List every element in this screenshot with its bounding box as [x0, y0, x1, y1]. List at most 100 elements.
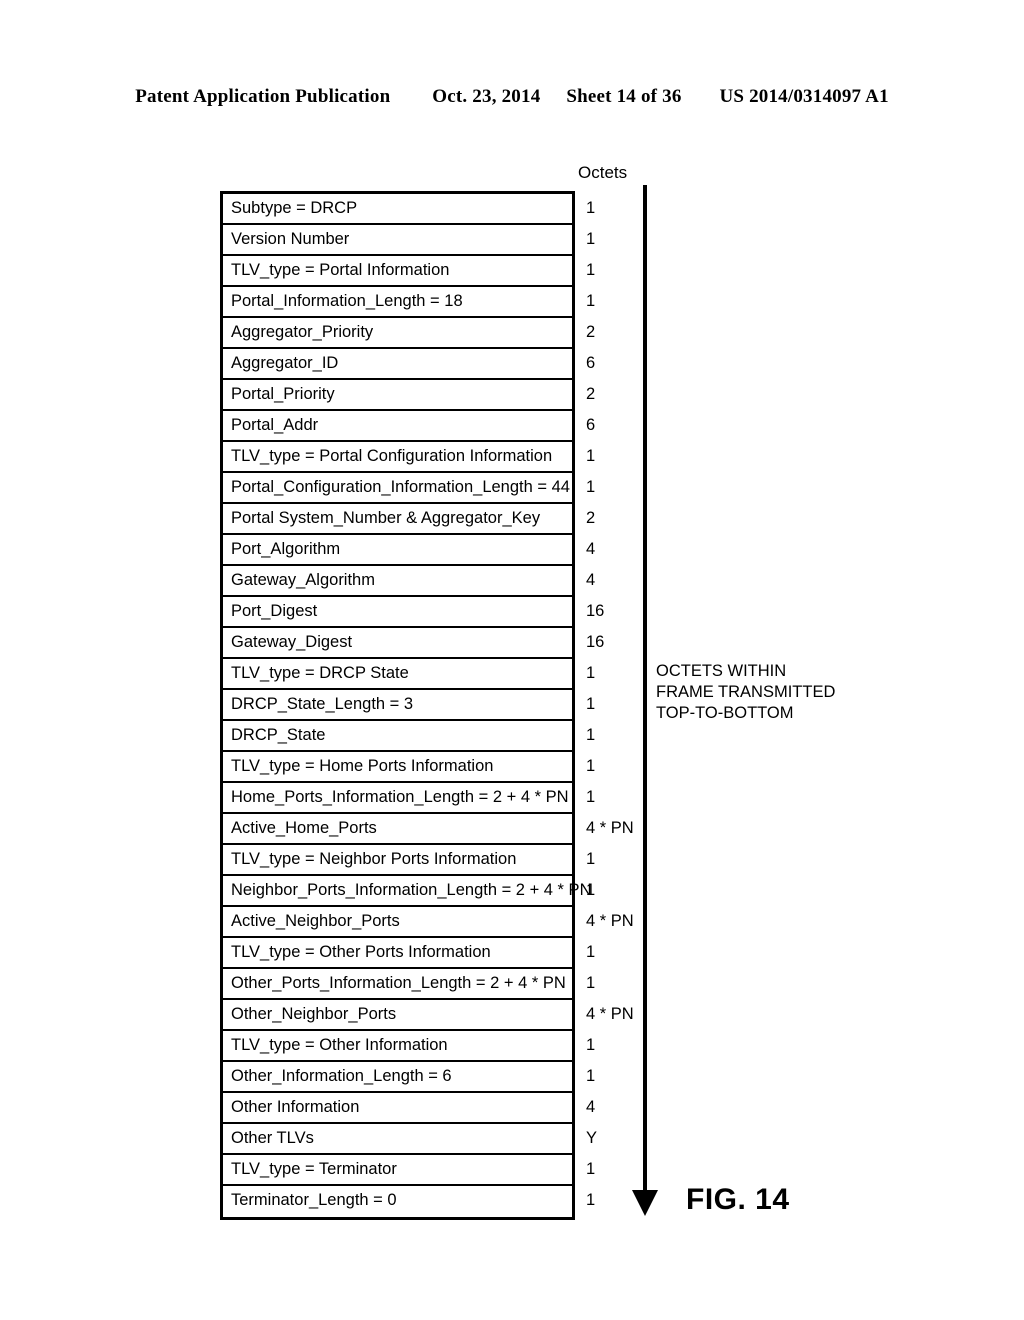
- field-label: Portal System_Number & Aggregator_Key: [231, 509, 541, 527]
- field-label: TLV_type = Terminator: [231, 1160, 397, 1178]
- field-octet-count: 1: [586, 292, 596, 310]
- field-label: Gateway_Digest: [231, 633, 353, 651]
- field-row: Subtype = DRCP 1: [223, 194, 595, 225]
- field-octet-count: 4: [586, 1098, 596, 1116]
- field-octet-count: 6: [586, 416, 596, 434]
- field-label: Aggregator_ID: [231, 354, 339, 372]
- field-row: DRCP_State_Length = 3 1: [223, 690, 595, 721]
- octets-column-heading: Octets: [578, 163, 628, 182]
- field-row: Active_Home_Ports 4 * PN: [223, 814, 634, 845]
- transmission-order-note: OCTETS WITHIN FRAME TRANSMITTED TOP-TO-B…: [656, 661, 835, 724]
- figure-14: Octets Subtype = DRCP 1 Version Number 1 TLV…: [0, 0, 1024, 1320]
- field-row: Portal_Configuration_Information_Length …: [223, 473, 595, 504]
- field-octet-count: 4 * PN: [586, 819, 634, 837]
- transmission-order-note-line-2: FRAME TRANSMITTED: [656, 683, 836, 701]
- field-row: Port_Algorithm 4: [223, 535, 595, 566]
- field-label: TLV_type = Portal Information: [231, 261, 450, 279]
- field-row: Aggregator_Priority 2: [223, 318, 595, 349]
- field-row: TLV_type = Other Ports Information 1: [223, 938, 595, 969]
- field-octet-count: 1: [586, 447, 596, 465]
- field-label: Portal_Configuration_Information_Length …: [231, 478, 570, 496]
- transmission-order-arrow-head: [632, 1190, 658, 1216]
- field-octet-count: 1: [586, 199, 596, 217]
- field-label: Subtype = DRCP: [231, 199, 358, 217]
- field-octet-count: 16: [586, 602, 605, 620]
- field-row: Home_Ports_Information_Length = 2 + 4 * …: [223, 783, 595, 814]
- field-row: Other TLVs Y: [223, 1124, 597, 1155]
- field-label: TLV_type = Portal Configuration Informat…: [231, 447, 553, 465]
- field-octet-count: 1: [586, 974, 596, 992]
- field-label: TLV_type = Other Information: [231, 1036, 448, 1054]
- drcpdu-field-table: Subtype = DRCP 1 Version Number 1 TLV_type =…: [220, 191, 634, 1220]
- field-label: Other TLVs: [231, 1129, 314, 1147]
- field-row: Gateway_Algorithm 4: [223, 566, 595, 597]
- field-label: Portal_Addr: [231, 416, 319, 434]
- field-row: TLV_type = Portal Configuration Informat…: [223, 442, 595, 473]
- field-octet-count: 1: [586, 230, 596, 248]
- field-row: Portal System_Number & Aggregator_Key 2: [223, 504, 595, 535]
- field-label: Other Information: [231, 1098, 360, 1116]
- field-row: Portal_Priority 2: [223, 380, 595, 411]
- field-octet-count: 2: [586, 323, 596, 341]
- field-row: Other Information 4: [223, 1093, 595, 1124]
- field-row: TLV_type = Other Information 1: [223, 1031, 595, 1062]
- field-row: Active_Neighbor_Ports 4 * PN: [223, 907, 634, 938]
- field-row: Port_Digest 16: [223, 597, 604, 628]
- field-octet-count: 4 * PN: [586, 1005, 634, 1023]
- field-label: Gateway_Algorithm: [231, 571, 375, 589]
- field-octet-count: 4: [586, 540, 596, 558]
- field-label: Terminator_Length = 0: [231, 1191, 397, 1209]
- field-label: TLV_type = Home Ports Information: [231, 757, 494, 775]
- field-octet-count: 1: [586, 726, 596, 744]
- field-label: Neighbor_Ports_Information_Length = 2 + …: [231, 881, 592, 899]
- field-label: Other_Ports_Information_Length = 2 + 4 *…: [231, 974, 566, 992]
- field-row: Aggregator_ID 6: [223, 349, 595, 380]
- field-octet-count: 4 * PN: [586, 912, 634, 930]
- field-row: Portal_Information_Length = 18 1: [223, 287, 595, 318]
- field-row: TLV_type = Home Ports Information 1: [223, 752, 595, 783]
- field-label: TLV_type = Other Ports Information: [231, 943, 491, 961]
- field-octet-count: 2: [586, 509, 596, 527]
- field-octet-count: 1: [586, 1067, 596, 1085]
- field-row: Neighbor_Ports_Information_Length = 2 + …: [223, 876, 595, 907]
- field-row: Version Number 1: [223, 225, 595, 256]
- field-label: Portal_Priority: [231, 385, 335, 403]
- field-row: TLV_type = Portal Information 1: [223, 256, 595, 287]
- field-row: DRCP_State 1: [223, 721, 595, 752]
- field-label: Version Number: [231, 230, 350, 248]
- field-label: TLV_type = Neighbor Ports Information: [231, 850, 517, 868]
- field-octet-count: 1: [586, 850, 596, 868]
- field-row: TLV_type = Terminator 1: [223, 1155, 595, 1186]
- field-octet-count: 1: [586, 757, 596, 775]
- field-octet-count: 1: [586, 478, 596, 496]
- field-label: Active_Home_Ports: [231, 819, 377, 837]
- field-label: DRCP_State: [231, 726, 326, 744]
- transmission-order-note-line-1: OCTETS WITHIN: [656, 662, 787, 680]
- field-label: DRCP_State_Length = 3: [231, 695, 414, 713]
- field-label: TLV_type = DRCP State: [231, 664, 409, 682]
- transmission-order-note-line-3: TOP-TO-BOTTOM: [656, 704, 794, 722]
- field-row: Terminator_Length = 0 1: [223, 1186, 595, 1217]
- field-octet-count: 6: [586, 354, 596, 372]
- field-label: Portal_Information_Length = 18: [231, 292, 463, 310]
- field-octet-count: 1: [586, 943, 596, 961]
- field-octet-count: 1: [586, 788, 596, 806]
- field-octet-count: 1: [586, 695, 596, 713]
- field-octet-count: 1: [586, 261, 596, 279]
- field-octet-count: 1: [586, 1036, 596, 1054]
- transmission-order-arrow-shaft: [643, 185, 647, 1193]
- field-row: Other_Neighbor_Ports 4 * PN: [223, 1000, 634, 1031]
- field-row: TLV_type = Neighbor Ports Information 1: [223, 845, 595, 876]
- field-octet-count: 1: [586, 881, 596, 899]
- field-label: Port_Digest: [231, 602, 318, 620]
- field-label: Port_Algorithm: [231, 540, 341, 558]
- field-octet-count: 16: [586, 633, 605, 651]
- figure-caption: FIG. 14: [686, 1183, 790, 1216]
- field-row: Other_Information_Length = 6 1: [223, 1062, 595, 1093]
- field-octet-count: Y: [586, 1129, 598, 1147]
- field-octet-count: 4: [586, 571, 596, 589]
- field-row: Other_Ports_Information_Length = 2 + 4 *…: [223, 969, 595, 1000]
- field-row: TLV_type = DRCP State 1: [223, 659, 595, 690]
- field-label: Other_Information_Length = 6: [231, 1067, 452, 1085]
- field-label: Aggregator_Priority: [231, 323, 374, 341]
